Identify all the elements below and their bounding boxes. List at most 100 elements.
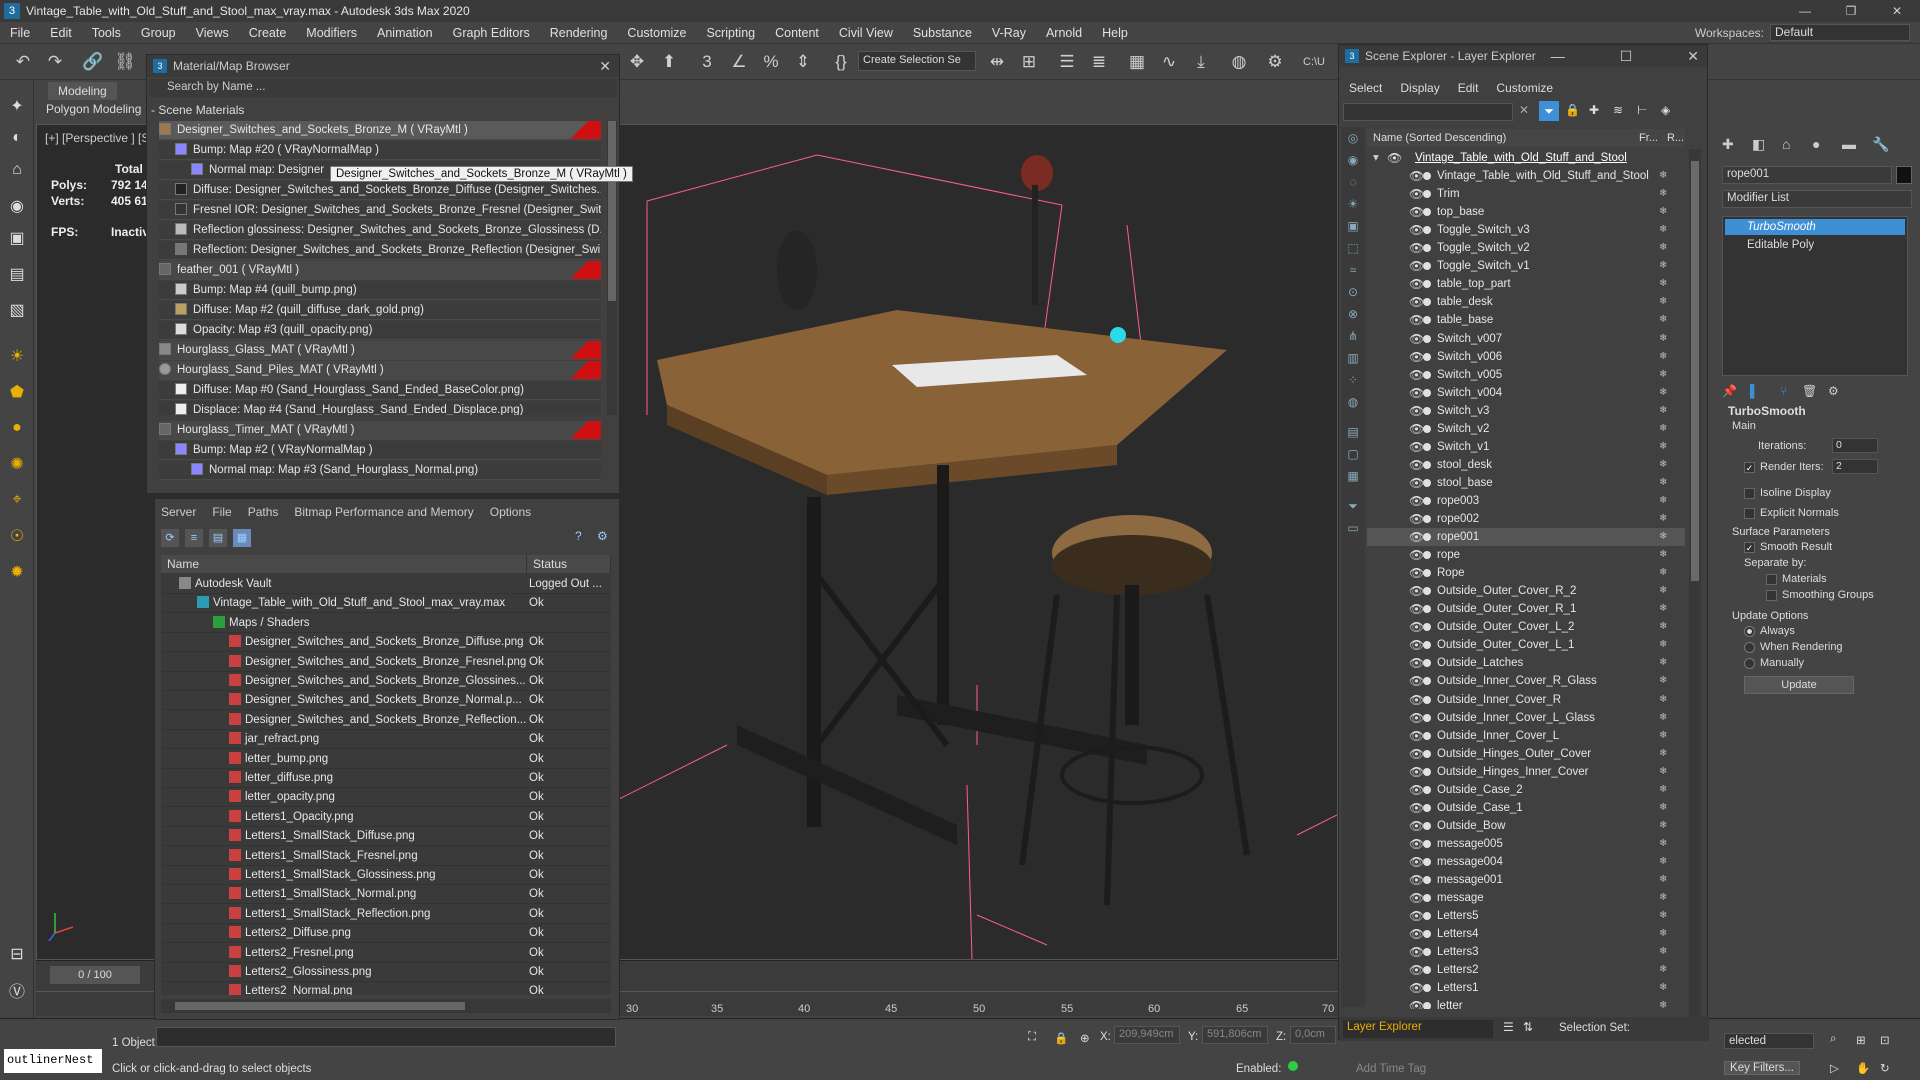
eye-icon[interactable]: 👁: [1409, 997, 1424, 1009]
freeze-icon[interactable]: ❄: [1659, 257, 1667, 275]
eye-icon[interactable]: 👁: [1409, 672, 1424, 690]
create-tab-icon[interactable]: ✚: [1722, 136, 1734, 153]
object-row[interactable]: 👁 message ❄: [1367, 889, 1685, 907]
eye-icon[interactable]: 👁: [1409, 257, 1424, 275]
object-row[interactable]: 👁 Outside_Outer_Cover_R_1 ❄: [1367, 600, 1685, 618]
asset-row[interactable]: Letters2_Normal.png Ok: [161, 982, 611, 995]
script-input[interactable]: [156, 1027, 616, 1047]
lock-icon[interactable]: 🔒: [1565, 103, 1580, 117]
eye-icon[interactable]: 👁: [1409, 546, 1424, 564]
stack-item-editable-poly[interactable]: Editable Poly: [1725, 237, 1905, 253]
material-item[interactable]: Normal map: Map #3 (Sand_Hourglass_Norma…: [159, 461, 601, 480]
asset-row[interactable]: Letters1_SmallStack_Normal.png Ok: [161, 885, 611, 905]
lock-icon[interactable]: 🔒: [1054, 1031, 1068, 1045]
schematic-view-icon[interactable]: ⤓: [1188, 50, 1214, 74]
col-header-name[interactable]: Name: [161, 555, 527, 573]
eye-icon[interactable]: 👁: [1409, 456, 1424, 474]
eye-icon[interactable]: 👁: [1409, 600, 1424, 618]
isolate-icon[interactable]: ⛶: [1028, 1031, 1036, 1044]
eye-icon[interactable]: 👁: [1409, 654, 1424, 672]
mirror-icon[interactable]: ⇹: [984, 50, 1010, 74]
freeze-icon[interactable]: ❄: [1659, 203, 1667, 221]
object-row[interactable]: 👁 message005 ❄: [1367, 835, 1685, 853]
rollout-title[interactable]: TurboSmooth: [1728, 404, 1806, 418]
maximize-button[interactable]: ❐: [1828, 4, 1874, 18]
asset-row[interactable]: Letters1_SmallStack_Glossiness.png Ok: [161, 866, 611, 885]
object-name-field[interactable]: rope001: [1722, 166, 1892, 184]
freeze-icon[interactable]: ❄: [1659, 781, 1667, 799]
thumbnail-icon[interactable]: ▤: [209, 529, 227, 547]
se-col-name[interactable]: Name (Sorted Descending): [1373, 132, 1506, 144]
material-item[interactable]: Diffuse: Map #2 (quill_diffuse_dark_gold…: [159, 301, 601, 320]
y-coordinate[interactable]: 591,806cm: [1202, 1026, 1268, 1044]
workspaces-dropdown[interactable]: Default: [1770, 24, 1910, 41]
maxscript-listener[interactable]: outlinerNest: [4, 1049, 102, 1073]
asset-menu-server[interactable]: Server: [161, 505, 196, 519]
freeze-icon[interactable]: ❄: [1659, 799, 1667, 817]
object-row[interactable]: 👁 message001 ❄: [1367, 871, 1685, 889]
se-menu-display[interactable]: Display: [1400, 81, 1439, 95]
particle-filter-icon[interactable]: ⁘: [1345, 373, 1361, 389]
object-row[interactable]: 👁 rope002 ❄: [1367, 510, 1685, 528]
asset-row[interactable]: Maps / Shaders: [161, 614, 611, 633]
menu-help[interactable]: Help: [1092, 26, 1138, 40]
freeze-icon[interactable]: ❄: [1659, 330, 1667, 348]
material-item[interactable]: Diffuse: Designer_Switches_and_Sockets_B…: [159, 181, 601, 200]
selected-dropdown[interactable]: elected: [1724, 1033, 1814, 1049]
menu-customize[interactable]: Customize: [617, 26, 696, 40]
freeze-icon[interactable]: ❄: [1659, 528, 1667, 546]
freeze-icon[interactable]: ❄: [1659, 311, 1667, 329]
object-row[interactable]: 👁 Switch_v3 ❄: [1367, 402, 1685, 420]
update-button[interactable]: Update: [1744, 676, 1854, 694]
freeze-icon[interactable]: ❄: [1659, 293, 1667, 311]
eye-icon[interactable]: 👁: [1409, 348, 1424, 366]
object-row[interactable]: 👁 Outside_Hinges_Inner_Cover ❄: [1367, 763, 1685, 781]
asset-row[interactable]: letter_bump.png Ok: [161, 750, 611, 769]
scene-explorer-title-bar[interactable]: 3 Scene Explorer - Layer Explorer — ☐ ✕: [1339, 45, 1707, 67]
isoline-checkbox[interactable]: [1744, 488, 1755, 499]
modifier-list-dropdown[interactable]: Modifier List: [1722, 190, 1912, 208]
freeze-icon[interactable]: ❄: [1659, 853, 1667, 871]
freeze-icon[interactable]: ❄: [1659, 745, 1667, 763]
hierarchy-icon[interactable]: ⌂: [3, 156, 31, 184]
gear-icon[interactable]: ✺: [3, 450, 31, 478]
z-coordinate[interactable]: 0,0cm: [1290, 1026, 1336, 1044]
object-row[interactable]: 👁 table_top_part ❄: [1367, 275, 1685, 293]
display-tab-icon[interactable]: ▬: [1842, 136, 1856, 152]
enabled-indicator[interactable]: [1288, 1061, 1298, 1071]
modify-icon[interactable]: ◐: [3, 124, 31, 152]
freeze-icon[interactable]: ❄: [1659, 420, 1667, 438]
hidden-filter-icon[interactable]: ▢: [1345, 447, 1361, 463]
material-item[interactable]: Hourglass_Timer_MAT ( VRayMtl ): [159, 421, 601, 440]
asset-row[interactable]: Vintage_Table_with_Old_Stuff_and_Stool_m…: [161, 594, 611, 614]
object-row[interactable]: 👁 Outside_Case_1 ❄: [1367, 799, 1685, 817]
hierarchy-tab-icon[interactable]: ⌂: [1782, 136, 1790, 152]
menu-file[interactable]: File: [0, 26, 40, 40]
close-icon[interactable]: ✕: [1687, 48, 1699, 65]
xrefs-filter-icon[interactable]: ⊗: [1345, 307, 1361, 323]
link-icon[interactable]: 🔗: [80, 50, 106, 74]
frozen-filter-icon[interactable]: ▤: [1345, 425, 1361, 441]
freeze-icon[interactable]: ❄: [1659, 185, 1667, 203]
visibility-filter-icon[interactable]: ◍: [1345, 395, 1361, 411]
close-button[interactable]: ✕: [1874, 4, 1920, 18]
object-row[interactable]: 👁 Toggle_Switch_v2 ❄: [1367, 239, 1685, 257]
object-row[interactable]: 👁 Switch_v005 ❄: [1367, 366, 1685, 384]
create-icon[interactable]: ✦: [3, 92, 31, 120]
ribbon-tab-polygon-modeling[interactable]: Polygon Modeling: [36, 100, 151, 118]
eye-icon[interactable]: 👁: [1409, 871, 1424, 889]
when-rendering-radio[interactable]: [1744, 642, 1755, 653]
materials-checkbox[interactable]: [1766, 574, 1777, 585]
minimize-icon[interactable]: —: [1551, 48, 1565, 64]
object-row[interactable]: 👁 Switch_v2 ❄: [1367, 420, 1685, 438]
toggle-scene-explorer-icon[interactable]: ☰: [1054, 50, 1080, 74]
move-icon[interactable]: ✥: [624, 50, 650, 74]
material-item[interactable]: Diffuse: Map #0 (Sand_Hourglass_Sand_End…: [159, 381, 601, 400]
freeze-icon[interactable]: ❄: [1659, 636, 1667, 654]
object-row[interactable]: 👁 rope003 ❄: [1367, 492, 1685, 510]
material-search-input[interactable]: Search by Name ...: [149, 79, 617, 97]
object-row[interactable]: 👁 Switch_v004 ❄: [1367, 384, 1685, 402]
motion-tab-icon[interactable]: ●: [1812, 136, 1820, 152]
object-row[interactable]: 👁 Outside_Bow ❄: [1367, 817, 1685, 835]
eye-icon[interactable]: 👁: [1409, 474, 1424, 492]
